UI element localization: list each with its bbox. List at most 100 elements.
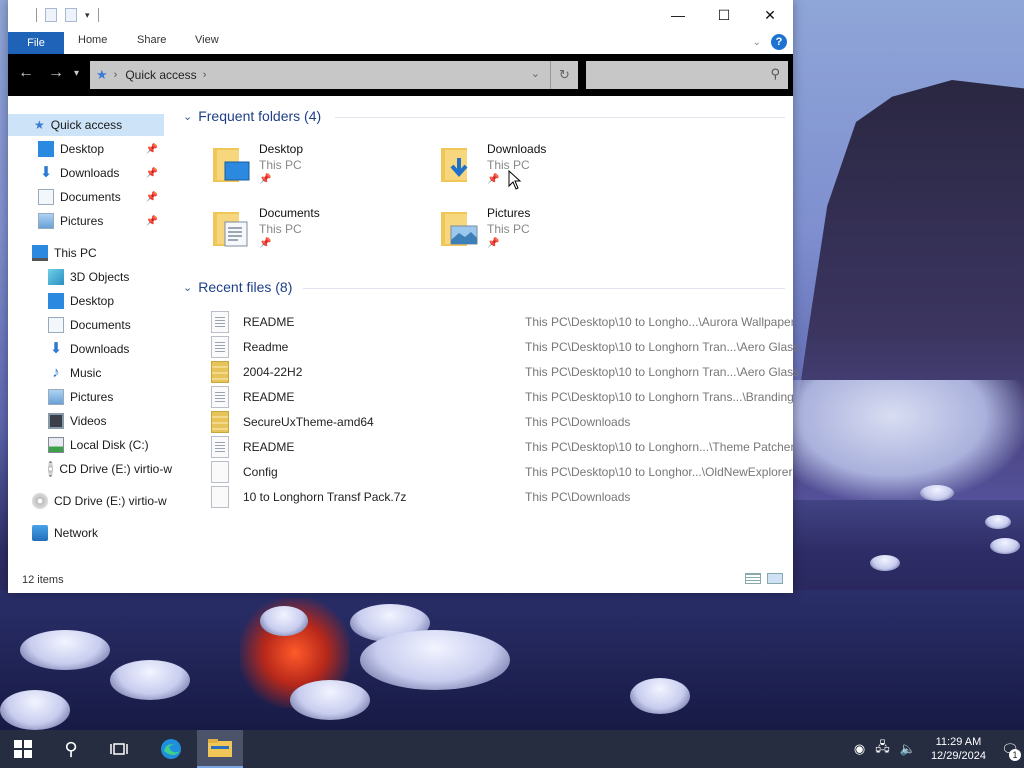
text-file-icon <box>211 436 229 458</box>
tab-view[interactable]: View <box>195 34 219 46</box>
recent-file-row[interactable]: 2004-22H2 This PC\Desktop\10 to Longhorn… <box>211 359 799 384</box>
status-bar: 12 items <box>8 565 793 593</box>
tab-home[interactable]: Home <box>78 34 107 46</box>
sidebar-item-pictures[interactable]: Pictures 📌 <box>38 210 164 232</box>
properties-icon[interactable] <box>45 8 57 22</box>
sidebar-item-downloads[interactable]: ⬇ Downloads 📌 <box>38 162 164 184</box>
explorer-content: ★ Quick access Desktop 📌 ⬇ Downloads 📌 D… <box>8 96 799 565</box>
search-button[interactable]: ⚲ <box>48 730 94 768</box>
volume-muted-icon[interactable]: 🔈 <box>900 741 916 757</box>
section-divider <box>335 117 785 118</box>
sidebar-item-3d-objects[interactable]: 3D Objects <box>48 266 129 288</box>
ribbon-controls: ⌄ ? <box>753 34 787 50</box>
sidebar-item-downloads-pc[interactable]: ⬇ Downloads <box>48 338 130 360</box>
customize-toolbar-icon[interactable]: ▾ <box>85 10 90 21</box>
folder-pictures[interactable]: Pictures This PC 📌 <box>439 204 659 260</box>
wallpaper-rock <box>20 630 110 670</box>
pictures-icon <box>48 389 64 405</box>
wallpaper-rock <box>290 680 370 720</box>
network-status-icon[interactable]: 🖧 <box>875 738 890 760</box>
sidebar-item-documents[interactable]: Documents 📌 <box>38 186 164 208</box>
large-icons-view-icon[interactable] <box>767 573 783 584</box>
pin-icon: 📌 <box>145 143 158 155</box>
folder-icon <box>208 739 232 757</box>
sidebar-item-cd-drive-pc[interactable]: CD Drive (E:) virtio-w <box>48 458 172 480</box>
back-icon[interactable]: ← <box>18 64 34 82</box>
chevron-down-icon[interactable]: ⌄ <box>531 67 540 80</box>
pin-icon: 📌 <box>145 215 158 227</box>
desktop-folder-icon <box>213 148 250 182</box>
details-view-icon[interactable] <box>745 573 761 584</box>
folder-documents[interactable]: Documents This PC 📌 <box>211 204 431 260</box>
sidebar-item-this-pc[interactable]: This PC <box>32 242 97 264</box>
recent-locations-icon[interactable]: ▾ <box>74 68 79 79</box>
zip-file-icon <box>211 411 229 433</box>
address-bar[interactable]: ★ › Quick access › ⌄ ↻ <box>90 61 578 89</box>
tab-file[interactable]: File <box>8 32 64 54</box>
recent-file-row[interactable]: Readme This PC\Desktop\10 to Longhorn Tr… <box>211 334 799 359</box>
documents-icon <box>48 317 64 333</box>
recent-file-row[interactable]: README This PC\Desktop\10 to Longhorn...… <box>211 434 794 459</box>
view-switcher <box>745 573 783 584</box>
edge-taskbar-button[interactable] <box>148 730 194 768</box>
desktop-icon <box>48 293 64 309</box>
quick-access-star-icon: ★ <box>96 67 108 82</box>
tab-share[interactable]: Share <box>137 34 166 46</box>
expand-ribbon-icon[interactable]: ⌄ <box>753 37 761 48</box>
search-input[interactable]: ⚲ <box>586 61 788 89</box>
folder-downloads[interactable]: Downloads This PC 📌 <box>439 140 659 196</box>
task-view-button[interactable] <box>96 730 142 768</box>
wallpaper-rock <box>110 660 190 700</box>
chevron-right-icon[interactable]: › <box>203 69 207 81</box>
chevron-down-icon: ⌄ <box>183 110 193 123</box>
sidebar-item-quick-access[interactable]: ★ Quick access <box>8 114 164 136</box>
globe-icon[interactable]: ◉ <box>854 741 865 757</box>
search-icon: ⚲ <box>770 66 780 81</box>
recent-file-row[interactable]: SecureUxTheme-amd64 This PC\Downloads <box>211 409 793 434</box>
file-explorer-window: ▾ — ☐ ✕ File Home Share View ⌄ ? ← → ▾ ★… <box>8 0 799 593</box>
folder-desktop[interactable]: Desktop This PC 📌 <box>211 140 431 196</box>
sidebar-item-local-disk[interactable]: Local Disk (C:) <box>48 434 149 456</box>
help-icon[interactable]: ? <box>771 34 787 50</box>
sidebar-item-videos[interactable]: Videos <box>48 410 106 432</box>
close-button[interactable]: ✕ <box>747 0 793 30</box>
minimize-button[interactable]: — <box>655 0 701 30</box>
start-button[interactable] <box>0 730 46 768</box>
new-folder-icon[interactable] <box>65 8 77 22</box>
sidebar-item-network[interactable]: Network <box>32 522 98 544</box>
edge-browser-icon <box>161 739 181 759</box>
star-icon: ★ <box>34 118 45 132</box>
forward-icon[interactable]: → <box>48 64 64 82</box>
pin-icon: 📌 <box>259 174 272 185</box>
sidebar-item-documents-pc[interactable]: Documents <box>48 314 131 336</box>
sidebar-item-pictures-pc[interactable]: Pictures <box>48 386 113 408</box>
cd-drive-icon <box>32 493 48 509</box>
frequent-folders-header[interactable]: ⌄ Frequent folders (4) <box>183 108 321 124</box>
clock[interactable]: 11:29 AM 12/29/2024 <box>931 735 986 763</box>
pictures-icon <box>38 213 54 229</box>
item-count: 12 items <box>22 574 64 586</box>
maximize-button[interactable]: ☐ <box>701 0 747 30</box>
pin-icon: 📌 <box>487 238 500 249</box>
desktop-icon <box>38 141 54 157</box>
sidebar-item-music[interactable]: ♪ Music <box>48 362 101 384</box>
recent-files-header[interactable]: ⌄ Recent files (8) <box>183 279 292 295</box>
sidebar-item-desktop-pc[interactable]: Desktop <box>48 290 114 312</box>
sidebar-item-cd-drive[interactable]: CD Drive (E:) virtio-w <box>32 490 172 512</box>
file-explorer-taskbar-button[interactable] <box>197 730 243 768</box>
chevron-right-icon[interactable]: › <box>114 69 118 81</box>
wallpaper-rock <box>870 555 900 571</box>
mouse-cursor-icon <box>508 170 522 190</box>
navigation-pane: ★ Quick access Desktop 📌 ⬇ Downloads 📌 D… <box>8 96 173 565</box>
sidebar-item-desktop[interactable]: Desktop 📌 <box>38 138 164 160</box>
toolbar-separator <box>36 8 37 22</box>
recent-file-row[interactable]: README This PC\Desktop\10 to Longho...\A… <box>211 309 795 334</box>
action-center-button[interactable]: 🗨 1 <box>996 730 1024 768</box>
refresh-icon[interactable]: ↻ <box>550 61 578 89</box>
text-file-icon <box>211 336 229 358</box>
recent-file-row[interactable]: Config This PC\Desktop\10 to Longhor...\… <box>211 459 793 484</box>
recent-file-row[interactable]: 10 to Longhorn Transf Pack.7z This PC\Do… <box>211 484 793 509</box>
zip-file-icon <box>211 361 229 383</box>
address-text[interactable]: Quick access <box>125 68 196 82</box>
recent-file-row[interactable]: README This PC\Desktop\10 to Longhorn Tr… <box>211 384 794 409</box>
